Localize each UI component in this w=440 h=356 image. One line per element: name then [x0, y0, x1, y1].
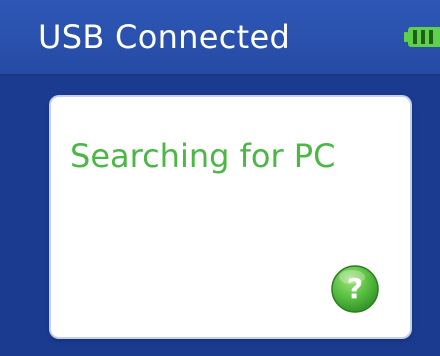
status-message: Searching for PC [70, 137, 336, 175]
status-dialog: Searching for PC ? [51, 97, 410, 337]
device-screen: USB Connected Searching for PC ? [0, 0, 440, 356]
title-bar: USB Connected [0, 0, 440, 76]
help-label: ? [347, 272, 363, 305]
screen-title: USB Connected [38, 18, 291, 56]
help-question-icon[interactable]: ? [330, 264, 380, 314]
battery-full-icon [404, 27, 440, 47]
